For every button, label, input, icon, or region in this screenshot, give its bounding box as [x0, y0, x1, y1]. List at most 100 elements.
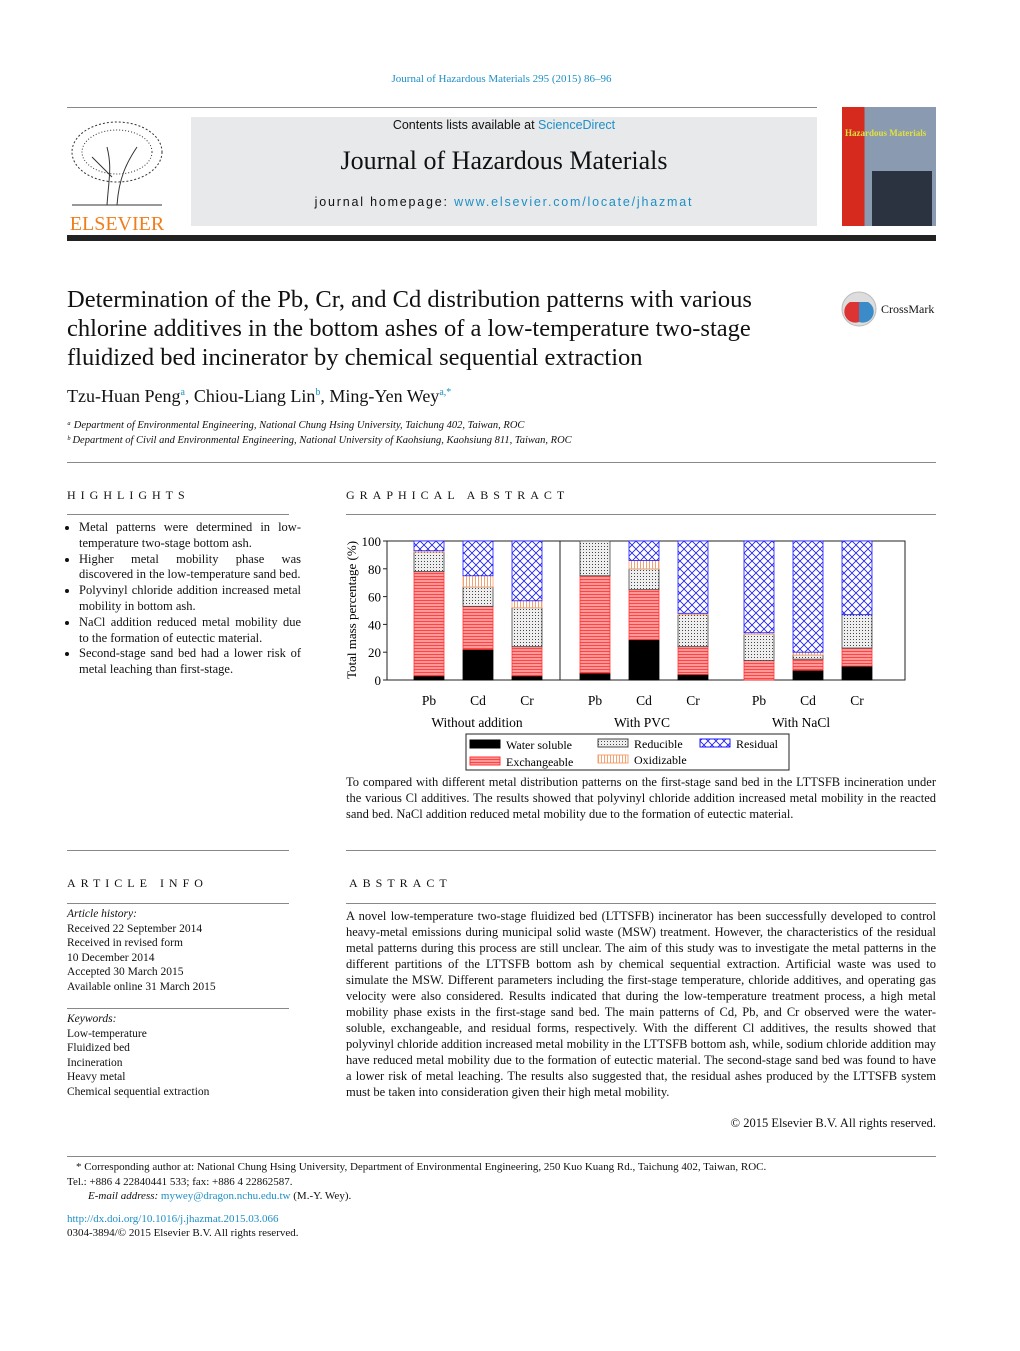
- elsevier-logo[interactable]: ELSEVIER: [67, 117, 167, 234]
- bar-segment-water-soluble: [413, 675, 445, 681]
- author[interactable]: Ming-Yen Wey: [329, 386, 439, 406]
- bar-segment-reducible: [841, 614, 873, 649]
- highlight-item: Polyvinyl chloride addition increased me…: [79, 583, 301, 615]
- article-info-heading: ARTICLE INFO: [67, 876, 208, 890]
- bar-segment-water-soluble: [841, 665, 873, 681]
- x-tick-label: Pb: [752, 693, 767, 708]
- x-tick-label: Cr: [850, 693, 864, 708]
- author-list: Tzu-Huan Penga, Chiou-Liang Linb, Ming-Y…: [67, 386, 452, 406]
- crossmark-icon: [841, 291, 877, 327]
- bar-segment-exchangeable: [462, 605, 494, 650]
- bar-segment-water-soluble: [677, 674, 709, 681]
- bar-segment-water-soluble: [628, 639, 660, 681]
- highlight-item: Metal patterns were determined in low-te…: [79, 520, 301, 552]
- y-tick-label: 80: [368, 562, 381, 577]
- bar-segment-exchangeable: [792, 658, 824, 671]
- keyword: Heavy metal: [67, 1071, 126, 1083]
- y-axis-label: Total mass percentage (%): [344, 541, 359, 679]
- bar-segment-residual: [628, 540, 660, 561]
- x-tick-label: Cd: [800, 693, 816, 708]
- elsevier-tree-icon: [71, 121, 163, 206]
- email-link[interactable]: mywey@dragon.nchu.edu.tw: [161, 1190, 291, 1202]
- bar-segment-reducible: [462, 586, 494, 607]
- x-tick-label: Cd: [636, 693, 652, 708]
- footnotes: * Corresponding author at: National Chun…: [67, 1160, 936, 1241]
- article-title: Determination of the Pb, Cr, and Cd dist…: [67, 286, 752, 371]
- author[interactable]: Chiou-Liang Lin: [194, 386, 315, 406]
- author[interactable]: Tzu-Huan Peng: [67, 386, 180, 406]
- highlight-item: Higher metal mobility phase was discover…: [79, 552, 301, 584]
- y-tick-label: 100: [362, 534, 382, 549]
- journal-name: Journal of Hazardous Materials: [340, 146, 668, 175]
- bar-segment-water-soluble: [511, 675, 543, 681]
- y-tick-label: 40: [368, 617, 381, 632]
- x-tick-label: Cd: [470, 693, 486, 708]
- journal-cover[interactable]: Hazardous Materials: [842, 107, 936, 226]
- legend-label: Reducible: [634, 737, 683, 751]
- legend-swatch: [469, 739, 501, 749]
- bar-segment-water-soluble: [792, 669, 824, 681]
- bar-segment-reducible: [413, 551, 445, 572]
- bar-segment-reducible: [579, 540, 611, 577]
- bar-segment-residual: [841, 540, 873, 616]
- sciencedirect-link[interactable]: ScienceDirect: [538, 118, 615, 132]
- bar-segment-exchangeable: [579, 575, 611, 674]
- graphical-abstract-chart: 0 20 40 60 80 100 Pb Cd Cr Pb Cd Cr Pb Cd Cr Total mas…: [344, 534, 906, 771]
- bar-segment-reducible: [511, 607, 543, 648]
- highlight-item: NaCl addition reduced metal mobility due…: [79, 615, 301, 647]
- bar-segment-residual: [511, 540, 543, 602]
- bar-segment-exchangeable: [677, 646, 709, 675]
- legend-swatch: [469, 756, 501, 766]
- keyword: Incineration: [67, 1056, 123, 1069]
- highlights-heading: HIGHLIGHTS: [67, 488, 190, 502]
- bar-segment-reducible: [677, 614, 709, 648]
- legend-swatch: [699, 738, 731, 748]
- bar-segment-exchangeable: [511, 646, 543, 677]
- bar-segment-oxidizable: [462, 575, 494, 588]
- legend-label: Residual: [736, 737, 779, 751]
- legend-swatch: [597, 738, 629, 748]
- bar-segment-reducible: [743, 633, 775, 661]
- running-header[interactable]: Journal of Hazardous Materials 295 (2015…: [0, 73, 1003, 85]
- abstract-copyright: © 2015 Elsevier B.V. All rights reserved…: [730, 1116, 936, 1130]
- legend-swatch: [597, 754, 629, 764]
- bar-segment-residual: [462, 540, 494, 577]
- keywords: Keywords: Low-temperature Fluidized bed In…: [67, 1012, 289, 1099]
- bar-segment-water-soluble: [579, 672, 611, 681]
- bar-segment-exchangeable: [628, 589, 660, 641]
- bar-segment-exchangeable: [841, 647, 873, 667]
- group-label: With NaCl: [772, 715, 831, 730]
- y-tick-label: 0: [375, 673, 382, 688]
- bar-segment-residual: [743, 540, 775, 634]
- article-history: Article history: Received 22 September 2…: [67, 908, 216, 993]
- keyword: Fluidized bed: [67, 1042, 130, 1054]
- y-tick-label: 20: [368, 645, 381, 660]
- x-tick-label: Cr: [520, 693, 534, 708]
- homepage-link[interactable]: www.elsevier.com/locate/jhazmat: [454, 195, 693, 209]
- y-tick-label: 60: [368, 590, 381, 605]
- affiliations: ᵃ Department of Environmental Engineerin…: [67, 420, 572, 446]
- graphical-abstract-heading: GRAPHICAL ABSTRACT: [346, 488, 570, 502]
- keyword: Chemical sequential extraction: [67, 1085, 210, 1098]
- x-tick-label: Pb: [422, 693, 437, 708]
- bar-segment-residual: [677, 540, 709, 614]
- masthead-banner: Contents lists available at ScienceDirec…: [191, 117, 817, 226]
- article-page: Journal of Hazardous Materials 295 (2015…: [0, 0, 1020, 1351]
- bar-segment-reducible: [792, 654, 824, 660]
- doi-link[interactable]: http://dx.doi.org/10.1016/j.jhazmat.2015…: [67, 1212, 936, 1227]
- bar-segment-oxidizable: [792, 651, 824, 656]
- abstract-text: A novel low-temperature two-stage fluidi…: [346, 909, 936, 1099]
- bar-segment-residual: [792, 540, 824, 653]
- bar-segment-water-soluble: [462, 649, 494, 681]
- bar-segment-exchangeable: [743, 660, 775, 681]
- crossmark-button[interactable]: CrossMark: [840, 290, 934, 328]
- bar-segment-reducible: [628, 568, 660, 591]
- bar-segment-oxidizable: [628, 560, 660, 570]
- legend-label: Exchangeable: [506, 755, 573, 769]
- legend-label: Water soluble: [506, 738, 572, 752]
- keyword: Low-temperature: [67, 1027, 147, 1040]
- x-tick-label: Cr: [686, 693, 700, 708]
- abstract-heading: ABSTRACT: [349, 876, 452, 890]
- x-tick-label: Pb: [588, 693, 603, 708]
- graphical-abstract-caption: To compared with different metal distrib…: [346, 775, 936, 821]
